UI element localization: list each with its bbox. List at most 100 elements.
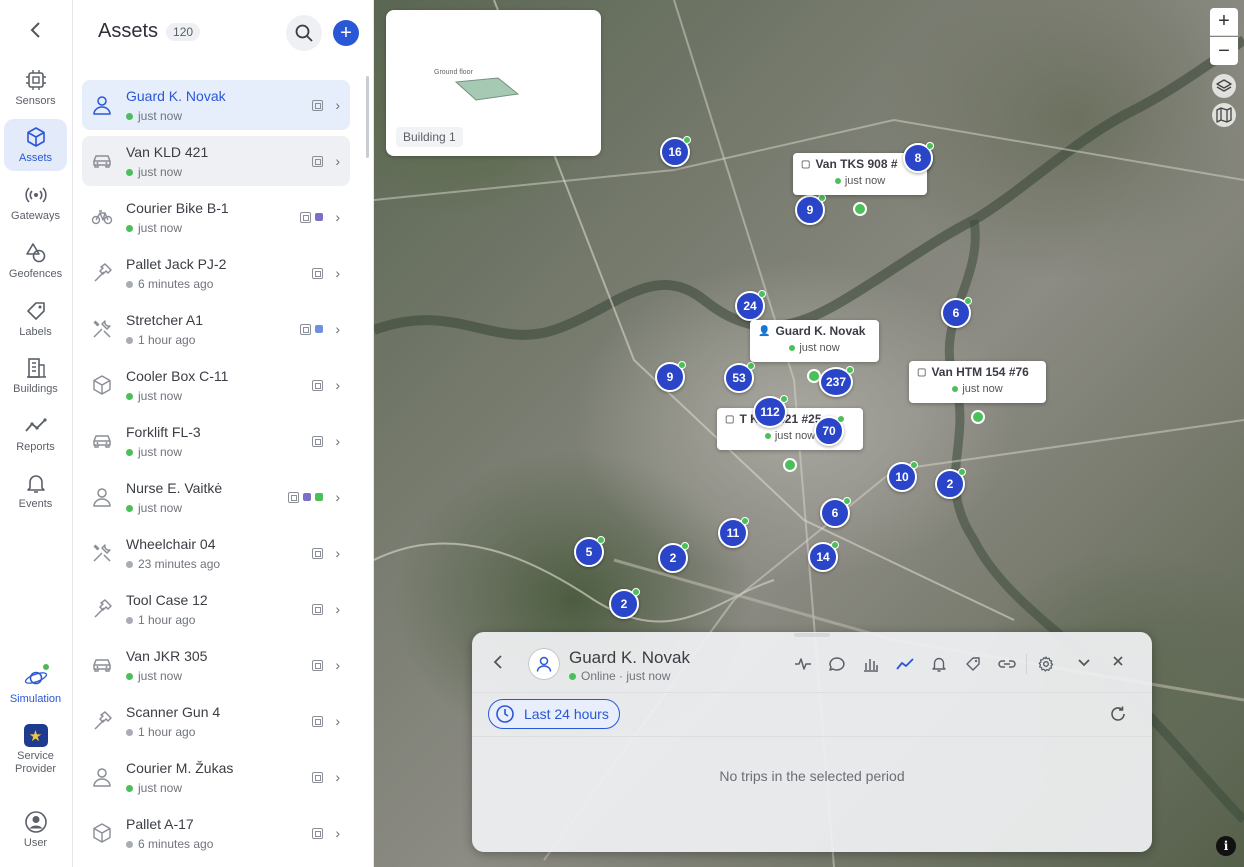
asset-name: Cooler Box C-11	[126, 368, 229, 384]
asset-name: Pallet Jack PJ-2	[126, 256, 227, 272]
tab-labels[interactable]	[956, 654, 990, 674]
asset-status-text: 6 minutes ago	[138, 837, 214, 851]
tab-events[interactable]	[922, 654, 956, 674]
building-icon	[24, 356, 48, 380]
info-button[interactable]: i	[1216, 836, 1236, 856]
map-asset-tag[interactable]: 👤 Guard K. Novak just now	[750, 320, 879, 362]
asset-list-item[interactable]: Scanner Gun 4 1 hour ago ›	[82, 696, 350, 746]
map-cluster[interactable]: 112	[753, 395, 788, 428]
tab-statistics[interactable]	[854, 654, 888, 674]
nav-user[interactable]: User	[4, 804, 67, 856]
sensor-chip-icon	[312, 771, 324, 783]
nav-simulation[interactable]: Simulation	[4, 660, 67, 712]
asset-list-item[interactable]: Wheelchair 04 23 minutes ago ›	[82, 528, 350, 578]
map-cluster[interactable]: 10	[887, 461, 918, 492]
person-icon	[536, 656, 552, 672]
asset-status-text: 1 hour ago	[138, 613, 196, 627]
nav-labels[interactable]: Labels	[4, 293, 67, 345]
map-cluster[interactable]: 16	[660, 136, 691, 167]
building-label: Building 1	[396, 127, 463, 147]
search-button[interactable]	[286, 15, 322, 51]
nav-buildings[interactable]: Buildings	[4, 350, 67, 402]
nav-events[interactable]: Events	[4, 465, 67, 517]
cluster-count: 9	[806, 203, 814, 217]
map-view[interactable]: Ground floor Building 1 + − i 16 8 9 24 …	[374, 0, 1244, 867]
cube-icon	[24, 125, 48, 149]
map-cluster[interactable]: 2	[935, 468, 966, 499]
list-scrollbar[interactable]	[366, 76, 369, 158]
nav-sensors[interactable]: Sensors	[4, 62, 67, 114]
asset-status: just now	[126, 165, 182, 179]
collapse-button[interactable]	[1077, 655, 1091, 673]
period-selector[interactable]: Last 24 hours	[488, 699, 620, 729]
map-cluster[interactable]: 9	[795, 194, 826, 225]
hammer-icon	[90, 597, 114, 621]
assets-count-badge: 120	[166, 22, 201, 41]
map-asset-tag[interactable]: ▢ Van HTM 154 #76 just now	[909, 361, 1046, 403]
nav-assets[interactable]: Assets	[4, 119, 67, 171]
label-swatch	[315, 213, 324, 221]
chevron-right-icon: ›	[335, 265, 340, 281]
nav-gateways[interactable]: Gateways	[4, 177, 67, 229]
asset-list-item[interactable]: Guard K. Novak just now ›	[82, 80, 350, 130]
map-cluster[interactable]: 14	[808, 541, 839, 572]
zoom-in-button[interactable]: +	[1210, 8, 1238, 36]
map-cluster[interactable]: 6	[941, 297, 972, 328]
add-asset-button[interactable]: +	[333, 20, 359, 46]
close-button[interactable]	[1112, 654, 1124, 672]
asset-list-item[interactable]: Pallet Jack PJ-2 6 minutes ago ›	[82, 248, 350, 298]
drag-handle[interactable]	[794, 633, 830, 637]
status-dot	[126, 784, 133, 792]
asset-marker[interactable]	[853, 202, 867, 216]
asset-list-item[interactable]: Courier M. Žukas just now ›	[82, 752, 350, 802]
map-cluster[interactable]: 11	[718, 517, 749, 548]
map-cluster[interactable]: 2	[658, 542, 689, 573]
building-card[interactable]: Ground floor Building 1	[386, 10, 601, 156]
map-cluster[interactable]: 70	[814, 415, 845, 446]
asset-list-item[interactable]: Van JKR 305 just now ›	[82, 640, 350, 690]
sensor-chip-icon	[312, 99, 324, 111]
label-swatch	[315, 493, 324, 501]
map-cluster[interactable]: 2	[609, 588, 640, 619]
zoom-out-button[interactable]: −	[1210, 37, 1238, 65]
map-cluster[interactable]: 8	[903, 142, 934, 173]
chip-icon: ▢	[801, 158, 811, 170]
map-cluster[interactable]: 9	[655, 361, 686, 392]
tab-settings[interactable]	[1029, 654, 1063, 674]
map-cluster[interactable]: 6	[820, 497, 851, 528]
nav-service-provider[interactable]: ★ Service Provider	[4, 718, 67, 776]
asset-list-item[interactable]: Stretcher A1 1 hour ago ›	[82, 304, 350, 354]
asset-status-text: Online · just now	[581, 669, 671, 683]
asset-list-item[interactable]: Tool Case 12 1 hour ago ›	[82, 584, 350, 634]
chevron-right-icon: ›	[335, 601, 340, 617]
tab-links[interactable]	[990, 654, 1024, 674]
back-button[interactable]	[24, 18, 48, 42]
nav-labels-label: Labels	[19, 326, 52, 338]
tab-live[interactable]	[786, 654, 820, 674]
asset-list-item[interactable]: Courier Bike B-1 just now ›	[82, 192, 350, 242]
map-cluster[interactable]: 24	[735, 290, 766, 321]
layers-button[interactable]	[1212, 74, 1236, 98]
nav-reports[interactable]: Reports	[4, 408, 67, 460]
asset-marker[interactable]	[971, 410, 985, 424]
asset-list-item[interactable]: Forklift FL-3 just now ›	[82, 416, 350, 466]
map-cluster[interactable]: 5	[574, 536, 605, 567]
map-cluster[interactable]: 53	[724, 362, 755, 393]
map-cluster[interactable]: 237	[819, 366, 854, 397]
map-style-button[interactable]	[1212, 103, 1236, 127]
asset-list-item[interactable]: Nurse E. Vaitkė just now ›	[82, 472, 350, 522]
back-button[interactable]	[492, 654, 504, 675]
status-dot	[126, 672, 133, 680]
asset-marker[interactable]	[783, 458, 797, 472]
cluster-status-dot	[683, 136, 691, 144]
chevron-right-icon: ›	[335, 433, 340, 449]
nav-assets-label: Assets	[18, 152, 52, 164]
tab-trips[interactable]	[888, 654, 922, 674]
cluster-status-dot	[910, 461, 918, 469]
refresh-button[interactable]	[1108, 704, 1128, 729]
tab-messages[interactable]	[820, 654, 854, 674]
nav-geofences[interactable]: Geofences	[4, 235, 67, 287]
asset-list-item[interactable]: Pallet A-17 6 minutes ago ›	[82, 808, 350, 858]
asset-list-item[interactable]: Cooler Box C-11 just now ›	[82, 360, 350, 410]
asset-list-item[interactable]: Van KLD 421 just now ›	[82, 136, 350, 186]
